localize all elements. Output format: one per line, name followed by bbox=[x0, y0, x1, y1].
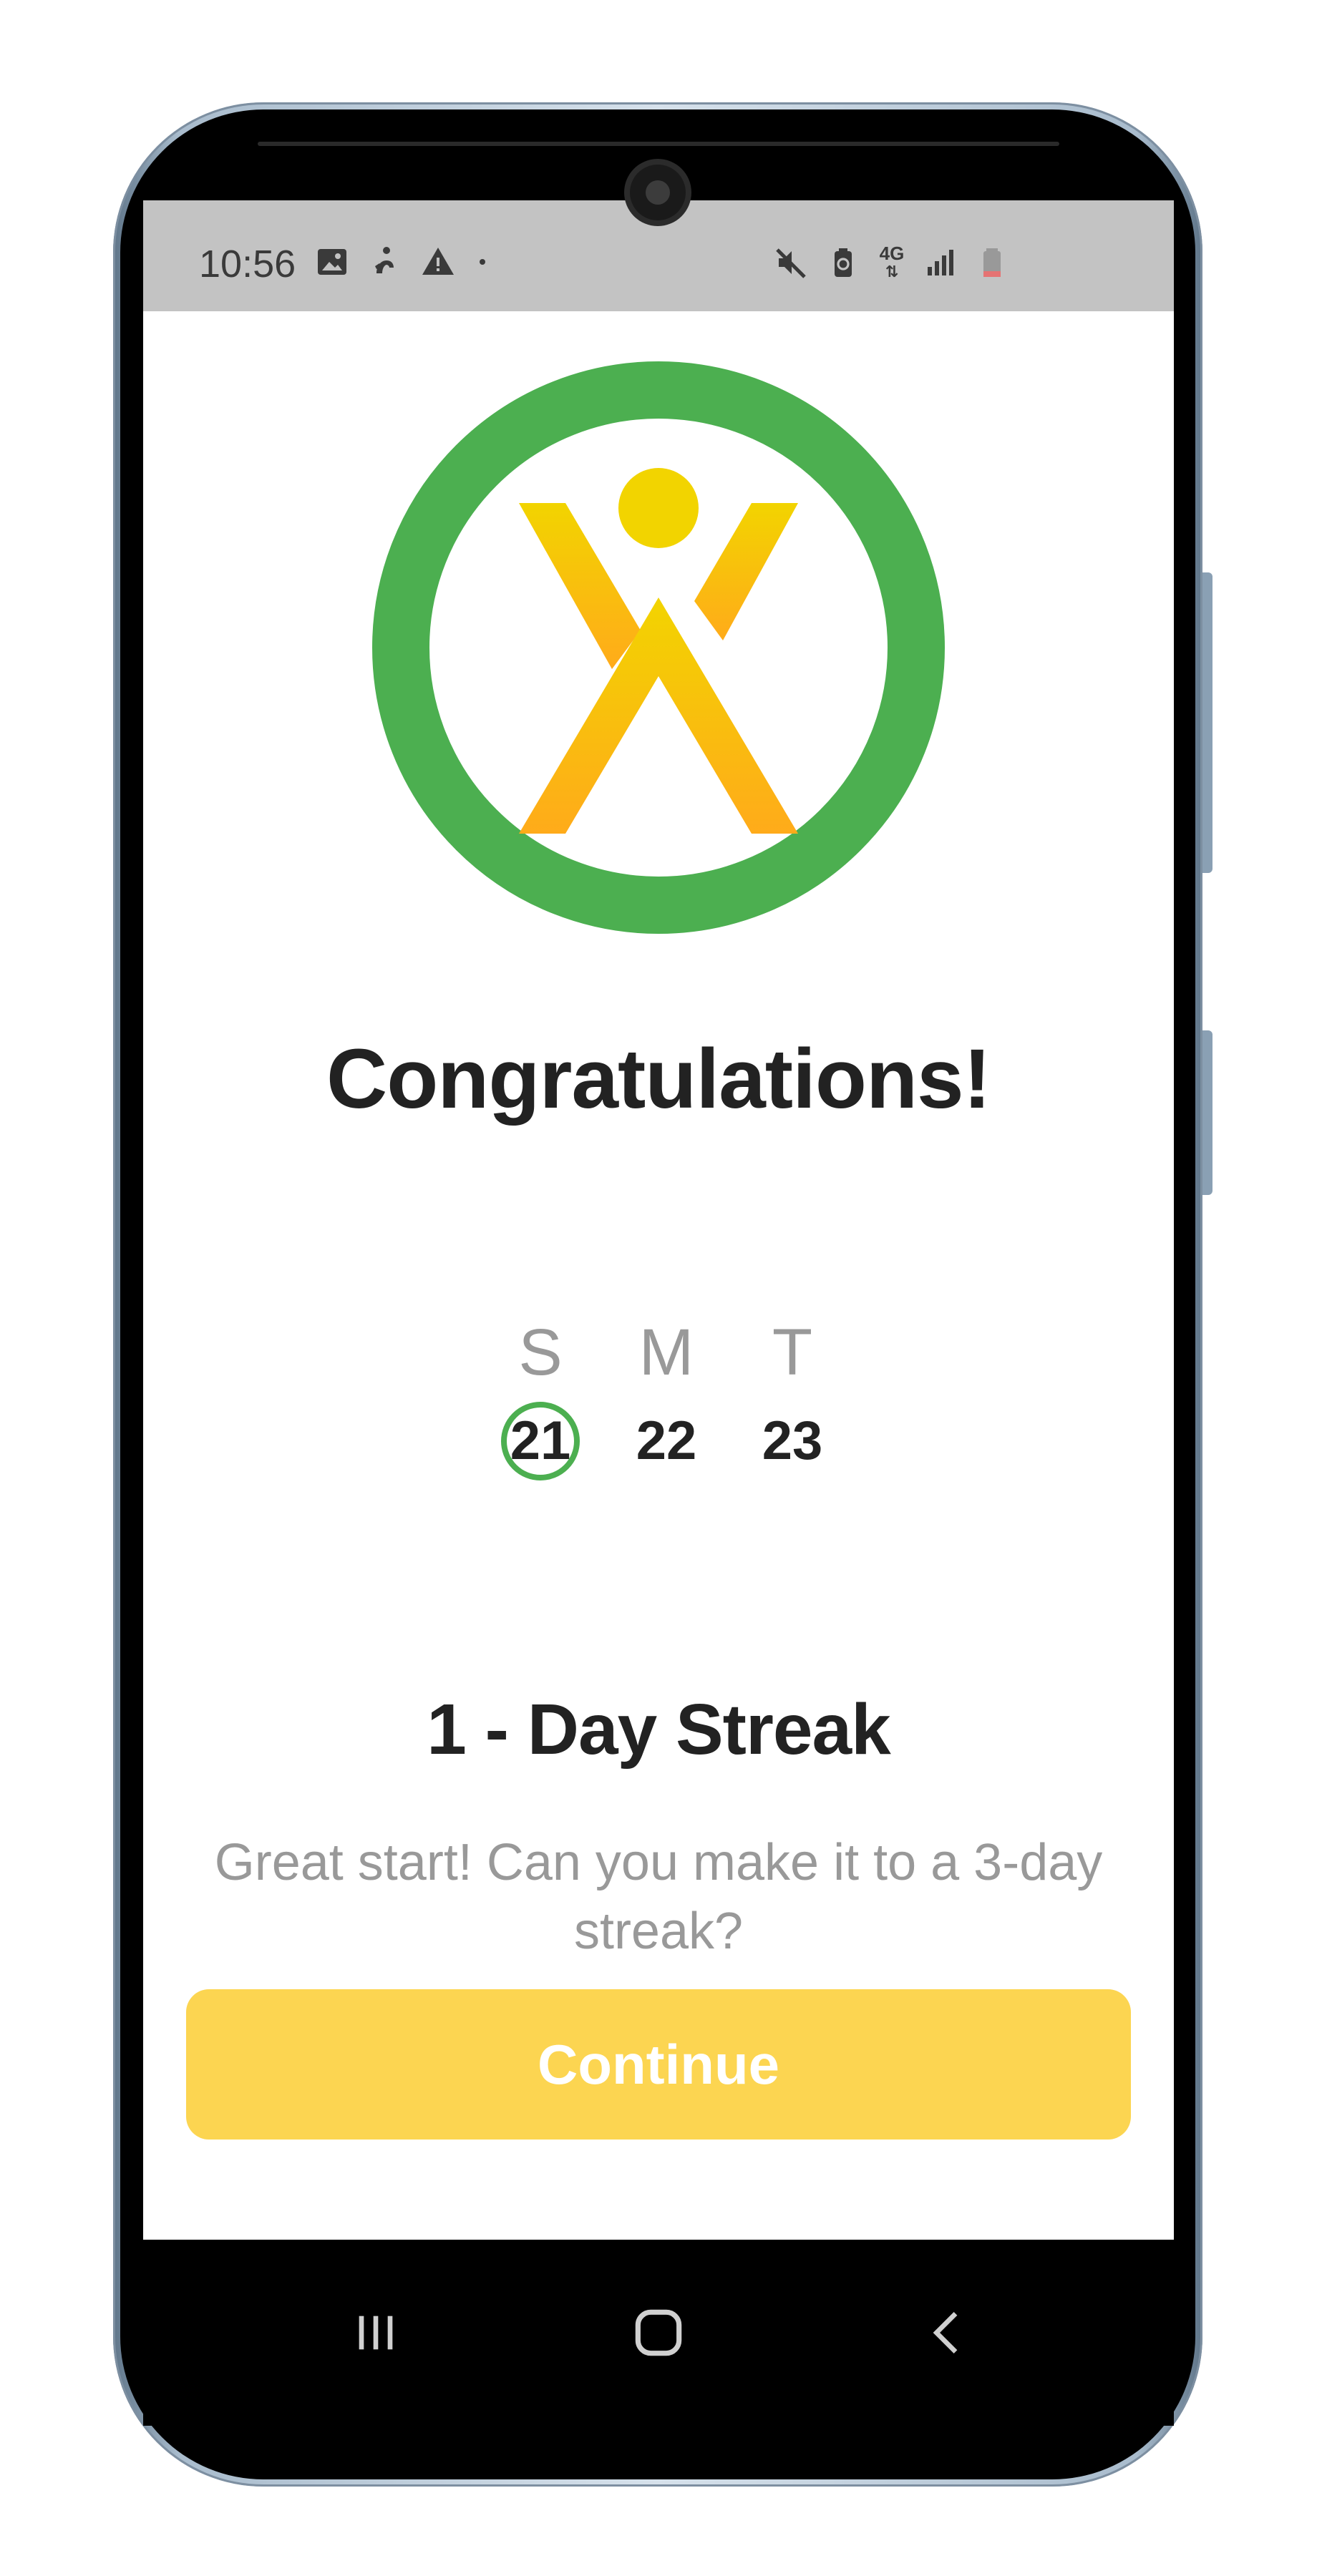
navigation-bar bbox=[143, 2240, 1174, 2426]
home-icon bbox=[635, 2309, 682, 2356]
warning-icon bbox=[422, 248, 454, 275]
status-left-icons bbox=[315, 245, 491, 279]
mute-icon bbox=[776, 248, 806, 278]
day-number-active: 21 bbox=[501, 1402, 580, 1480]
app-logo bbox=[372, 361, 945, 934]
day-letter: M bbox=[638, 1316, 694, 1389]
gallery-icon bbox=[318, 249, 346, 275]
power-button bbox=[1202, 1030, 1212, 1195]
status-time: 10:56 bbox=[199, 243, 296, 286]
battery-saver-icon bbox=[835, 248, 852, 277]
back-button[interactable] bbox=[909, 2293, 988, 2372]
dot-icon bbox=[480, 259, 485, 265]
home-button[interactable] bbox=[619, 2293, 698, 2372]
continue-button[interactable]: Continue bbox=[186, 1989, 1131, 2140]
network-4g-icon: 4G ⇅ bbox=[879, 243, 905, 280]
speaker-grille bbox=[258, 142, 1059, 146]
app-screen: 10:56 4G ⇅ Congratulations! S 21 M 22 T … bbox=[143, 200, 1174, 2240]
volume-button bbox=[1202, 572, 1212, 873]
accessibility-icon bbox=[375, 247, 394, 273]
battery-icon bbox=[983, 248, 1001, 277]
status-right-icons: 4G ⇅ bbox=[774, 243, 1009, 280]
front-camera bbox=[630, 165, 686, 220]
signal-icon bbox=[928, 250, 953, 275]
calendar-day: T 23 bbox=[739, 1313, 846, 1480]
day-letter: T bbox=[772, 1316, 813, 1389]
calendar-day: S 21 bbox=[487, 1313, 594, 1480]
day-letter: S bbox=[518, 1316, 563, 1389]
recent-apps-button[interactable] bbox=[336, 2293, 415, 2372]
network-label: 4G bbox=[879, 243, 905, 264]
back-icon bbox=[933, 2311, 958, 2354]
recent-apps-icon bbox=[359, 2316, 393, 2350]
day-number: 23 bbox=[762, 1410, 823, 1471]
calendar-day: M 22 bbox=[613, 1313, 720, 1480]
headline: Congratulations! bbox=[326, 1032, 991, 1126]
day-number: 22 bbox=[636, 1410, 697, 1471]
streak-subtitle: Great start! Can you make it to a 3-day … bbox=[214, 1834, 1103, 1960]
streak-title: 1 - Day Streak bbox=[427, 1689, 890, 1770]
week-calendar: S 21 M 22 T 23 bbox=[487, 1313, 866, 1499]
